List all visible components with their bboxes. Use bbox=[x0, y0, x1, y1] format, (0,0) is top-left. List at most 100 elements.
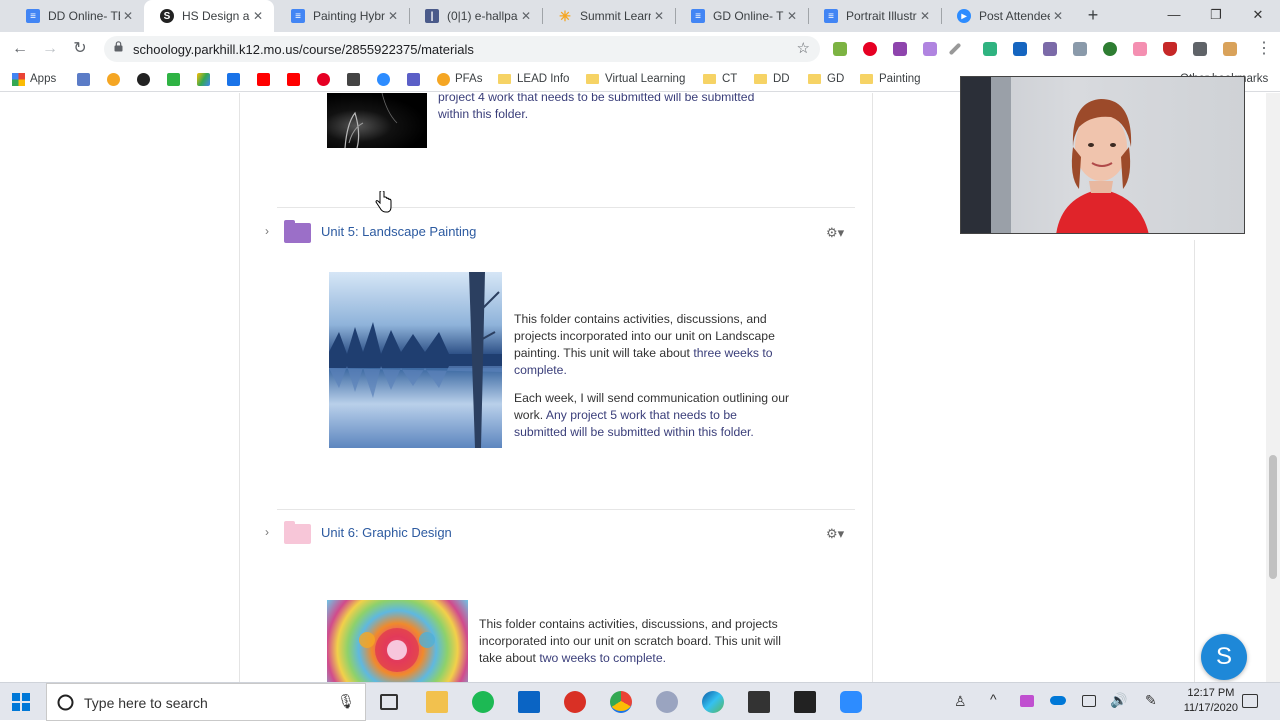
close-icon[interactable]: ✕ bbox=[784, 9, 800, 23]
extension-icon[interactable] bbox=[1103, 42, 1117, 56]
puzzle-icon[interactable] bbox=[1193, 42, 1207, 56]
close-icon[interactable]: ✕ bbox=[651, 9, 667, 23]
gear-icon[interactable]: ⚙▾ bbox=[826, 526, 844, 542]
bookmark-icon-only[interactable] bbox=[377, 71, 395, 87]
close-icon[interactable]: ✕ bbox=[120, 9, 136, 23]
close-icon[interactable]: ✕ bbox=[385, 9, 401, 23]
microphone-icon[interactable]: 🎙 bbox=[337, 693, 355, 710]
extension-icon[interactable] bbox=[1073, 42, 1087, 56]
chevron-up-icon[interactable]: ^ bbox=[990, 691, 997, 707]
extension-icon[interactable] bbox=[1133, 42, 1147, 56]
tab-ehallpass[interactable]: | (0|1) e-hallpas ✕ bbox=[409, 0, 542, 32]
taskbar-clock[interactable]: 12:17 PM 11/17/2020 bbox=[1184, 686, 1238, 716]
chevron-right-icon[interactable]: › bbox=[265, 525, 269, 539]
app-icon[interactable] bbox=[748, 691, 770, 713]
bookmark-icon-only[interactable] bbox=[407, 71, 425, 87]
bookmark-lead-info[interactable]: LEAD Info bbox=[498, 71, 569, 87]
unit5-title-link[interactable]: Unit 5: Landscape Painting bbox=[321, 224, 476, 239]
forward-arrow-icon[interactable]: → bbox=[38, 37, 62, 61]
tab-post-attendee[interactable]: ▸ Post Attendee ✕ bbox=[941, 0, 1074, 32]
minimize-icon[interactable]: — bbox=[1154, 0, 1194, 32]
reload-icon[interactable]: ↻ bbox=[68, 37, 92, 61]
new-tab-button[interactable]: + bbox=[1082, 4, 1104, 26]
bookmark-star-icon[interactable]: ☆ bbox=[797, 39, 810, 57]
restore-icon[interactable]: ❐ bbox=[1196, 0, 1236, 32]
unit4-thumbnail[interactable] bbox=[327, 93, 427, 148]
bookmark-icon-only[interactable] bbox=[317, 71, 335, 87]
file-explorer-icon[interactable] bbox=[426, 691, 448, 713]
bookmark-icon-only[interactable] bbox=[197, 71, 215, 87]
bookmark-icon-only[interactable] bbox=[287, 71, 305, 87]
notifications-icon[interactable] bbox=[1242, 694, 1258, 708]
bookmark-painting[interactable]: Painting bbox=[860, 71, 921, 87]
apps-shortcut[interactable]: Apps bbox=[12, 71, 56, 87]
bookmark-dd[interactable]: DD bbox=[754, 71, 790, 87]
ublock-icon[interactable] bbox=[1163, 42, 1177, 56]
spotify-icon[interactable] bbox=[472, 691, 494, 713]
close-icon[interactable]: ✕ bbox=[917, 9, 933, 23]
chrome-red-icon[interactable] bbox=[564, 691, 586, 713]
app-icon[interactable] bbox=[656, 691, 678, 713]
bookmark-ct[interactable]: CT bbox=[703, 71, 737, 87]
photos-icon[interactable] bbox=[794, 691, 816, 713]
unit6-text-line: This folder contains activities, discuss… bbox=[479, 617, 778, 631]
avatar[interactable] bbox=[1223, 42, 1237, 56]
close-icon[interactable]: ✕ bbox=[250, 9, 266, 23]
pen-icon[interactable]: ✎ bbox=[1145, 692, 1157, 709]
extension-icon[interactable] bbox=[983, 42, 997, 56]
windows-start-icon[interactable] bbox=[12, 693, 30, 711]
extension-icon[interactable] bbox=[893, 42, 907, 56]
bookmark-icon-only[interactable] bbox=[107, 71, 125, 87]
taskbar-search-box[interactable]: Type here to search 🎙 bbox=[46, 683, 366, 721]
menu-dots-icon[interactable]: ⋮ bbox=[1252, 37, 1276, 61]
unit6-graphic-thumbnail[interactable] bbox=[327, 600, 468, 682]
bookmark-icon-only[interactable] bbox=[257, 71, 275, 87]
back-arrow-icon[interactable]: ← bbox=[8, 37, 32, 61]
tab-painting-hybrid[interactable]: ≡ Painting Hybri ✕ bbox=[275, 0, 409, 32]
bookmark-virtual-learning[interactable]: Virtual Learning bbox=[586, 71, 685, 87]
chevron-right-icon[interactable]: › bbox=[265, 224, 269, 238]
bookmark-pfas[interactable]: PFAs bbox=[437, 71, 482, 87]
bookmark-icon-only[interactable] bbox=[137, 71, 155, 87]
extension-icon[interactable] bbox=[1013, 42, 1027, 56]
youtube-icon bbox=[257, 72, 270, 86]
extension-icon[interactable] bbox=[1043, 42, 1057, 56]
page-scrollbar[interactable] bbox=[1266, 93, 1280, 682]
unit5-landscape-thumbnail[interactable] bbox=[329, 272, 502, 448]
bookmark-icon-only[interactable] bbox=[167, 71, 185, 87]
bookmark-icon-only[interactable] bbox=[347, 71, 365, 87]
edge-icon[interactable] bbox=[702, 691, 724, 713]
unit6-title-link[interactable]: Unit 6: Graphic Design bbox=[321, 525, 452, 540]
tab-portrait-illustration[interactable]: ≡ Portrait Illustr ✕ bbox=[808, 0, 941, 32]
close-icon[interactable]: ✕ bbox=[1050, 9, 1066, 23]
bookmark-icon-only[interactable] bbox=[227, 71, 245, 87]
bookmark-icon-only[interactable] bbox=[77, 71, 95, 87]
tab-title: (0|1) e-hallpas bbox=[447, 9, 518, 23]
tab-summit-learning[interactable]: ✳ Summit Learni ✕ bbox=[542, 0, 675, 32]
scrollbar-thumb[interactable] bbox=[1269, 455, 1277, 579]
onedrive-icon[interactable] bbox=[1050, 696, 1066, 705]
bookmark-gd[interactable]: GD bbox=[808, 71, 844, 87]
eyedropper-icon[interactable] bbox=[948, 42, 962, 56]
extension-icon[interactable] bbox=[923, 42, 937, 56]
volume-icon[interactable]: 🔊 bbox=[1110, 692, 1127, 709]
pinterest-icon[interactable] bbox=[863, 42, 877, 56]
person-icon[interactable]: ♙ bbox=[954, 693, 967, 710]
zoom-icon[interactable] bbox=[840, 691, 862, 713]
tab-hs-design[interactable]: S HS Design and ✕ bbox=[144, 0, 274, 32]
address-bar[interactable]: schoology.parkhill.k12.mo.us/course/2855… bbox=[104, 36, 820, 62]
chrome-icon[interactable] bbox=[610, 691, 632, 713]
tray-app-icon[interactable] bbox=[1020, 695, 1034, 707]
task-view-icon[interactable] bbox=[380, 694, 398, 710]
battery-icon[interactable] bbox=[1082, 695, 1096, 707]
webcam-video-overlay[interactable] bbox=[960, 76, 1245, 234]
close-window-icon[interactable]: ✕ bbox=[1238, 0, 1278, 32]
tab-dd-online[interactable]: ≡ DD Online- TE ✕ bbox=[10, 0, 144, 32]
extension-icon[interactable] bbox=[833, 42, 847, 56]
tab-title: DD Online- TE bbox=[48, 9, 120, 23]
tab-gd-online[interactable]: ≡ GD Online- TE ✕ bbox=[675, 0, 808, 32]
close-icon[interactable]: ✕ bbox=[518, 9, 534, 23]
outlook-icon[interactable] bbox=[518, 691, 540, 713]
chat-widget-button[interactable]: S bbox=[1201, 634, 1247, 680]
gear-icon[interactable]: ⚙▾ bbox=[826, 225, 844, 241]
